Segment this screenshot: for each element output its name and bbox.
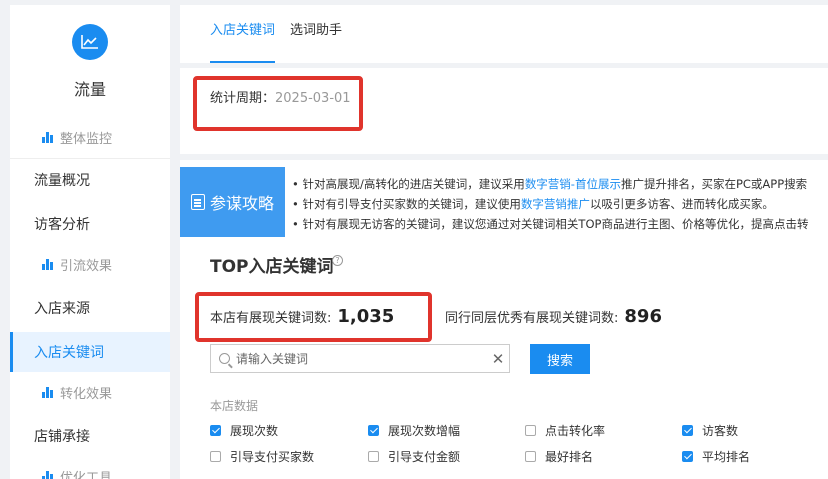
tip-text: 以吸引更多访客、进而转化成买家。	[589, 197, 774, 211]
sidebar: 流量 整体监控 流量概况 访客分析 引流效果 入店来源 入店关键词 转化效果 店…	[10, 5, 170, 479]
sidebar-title: 流量	[73, 80, 106, 99]
metric-checkbox-average-rank[interactable]: 平均排名	[682, 448, 750, 465]
peer-keyword-value: 896	[624, 306, 662, 327]
bar-chart-icon	[42, 470, 54, 479]
section-title: TOP入店关键词	[210, 257, 334, 277]
checkbox[interactable]	[525, 425, 536, 436]
clear-icon[interactable]: ✕	[487, 350, 509, 368]
search-button[interactable]: 搜索	[530, 344, 590, 374]
sidebar-item-label: 访客分析	[34, 217, 90, 233]
sidebar-item-optimization-tools[interactable]: 优化工具	[10, 456, 170, 479]
sidebar-item-traffic-effect[interactable]: 引流效果	[10, 244, 170, 284]
tip-text: • 针对有引导支付买家数的关键词，建议使用	[292, 197, 521, 211]
sidebar-item-label: 优化工具	[60, 470, 113, 479]
sidebar-item-label: 入店来源	[34, 301, 90, 317]
tip-line: • 针对有展现无访客的关键词，建议您通过对关键词相关TOP商品进行主图、价格等优…	[292, 214, 828, 234]
tips-label: 参谋攻略	[180, 167, 285, 237]
checkbox[interactable]	[368, 451, 379, 462]
sidebar-item-label: 转化效果	[60, 386, 113, 402]
highlight-box-keyword-count	[195, 292, 432, 342]
search-input[interactable]	[236, 351, 487, 366]
checkbox-label: 访客数	[702, 424, 739, 438]
bar-chart-icon	[42, 258, 54, 270]
checkbox-label: 展现次数增幅	[388, 424, 461, 438]
checkbox-label: 引导支付买家数	[230, 450, 315, 464]
highlight-box-period	[193, 76, 363, 131]
checkbox[interactable]	[682, 451, 693, 462]
checkbox[interactable]	[210, 451, 221, 462]
sidebar-item-shop-landing[interactable]: 店铺承接	[10, 416, 170, 456]
checkbox-label: 平均排名	[702, 450, 751, 464]
checkbox-label: 引导支付金额	[388, 450, 461, 464]
sidebar-item-label: 入店关键词	[34, 345, 104, 361]
traffic-logo-icon	[72, 24, 108, 60]
sidebar-item-label: 整体监控	[60, 131, 113, 147]
sidebar-item-label: 店铺承接	[34, 429, 90, 445]
peer-keyword-count: 同行同层优秀有展现关键词数: 896	[445, 306, 662, 327]
metric-checkbox-impressions[interactable]: 展现次数	[210, 422, 278, 439]
checkbox[interactable]	[525, 451, 536, 462]
tip-link-digital-marketing[interactable]: 数字营销推广	[521, 197, 590, 211]
sidebar-item-visitor-analysis[interactable]: 访客分析	[10, 204, 170, 244]
metrics-group-label: 本店数据	[210, 399, 259, 413]
tip-text: • 针对高展现/高转化的进店关键词，建议采用	[292, 177, 525, 191]
sidebar-item-traffic-overview[interactable]: 流量概况	[10, 160, 170, 200]
sidebar-item-label: 流量概况	[34, 173, 90, 189]
checkbox[interactable]	[682, 425, 693, 436]
search-box: ✕	[210, 344, 510, 373]
sidebar-item-conversion-effect[interactable]: 转化效果	[10, 372, 170, 412]
checkbox-label: 最好排名	[545, 450, 594, 464]
sidebar-item-overall-monitor[interactable]: 整体监控	[10, 117, 170, 157]
bar-chart-icon	[42, 131, 54, 143]
sidebar-item-label: 引流效果	[60, 258, 113, 274]
metric-checkbox-visitors[interactable]: 访客数	[682, 422, 738, 439]
tab-keyword-assistant[interactable]: 选词助手	[290, 5, 342, 63]
tab-bar: 入店关键词 选词助手	[180, 5, 828, 63]
tip-text: 推广提升排名，买家在PC或APP搜索	[620, 177, 808, 191]
tip-link-first-position[interactable]: 数字营销-首位展示	[525, 177, 621, 191]
search-icon	[219, 353, 230, 364]
checkbox[interactable]	[368, 425, 379, 436]
metric-checkbox-impressions-growth[interactable]: 展现次数增幅	[368, 422, 460, 439]
metric-checkbox-payment-amount[interactable]: 引导支付金额	[368, 448, 460, 465]
tip-line: • 针对高展现/高转化的进店关键词，建议采用数字营销-首位展示推广提升排名，买家…	[292, 174, 828, 194]
sidebar-item-entry-keywords[interactable]: 入店关键词	[10, 332, 170, 372]
tips-label-text: 参谋攻略	[209, 194, 274, 213]
document-edit-icon	[190, 194, 205, 210]
checkbox-label: 展现次数	[230, 424, 279, 438]
checkbox-label: 点击转化率	[545, 424, 606, 438]
divider	[10, 158, 170, 159]
tab-entry-keywords[interactable]: 入店关键词	[210, 5, 276, 63]
checkbox[interactable]	[210, 425, 221, 436]
bar-chart-icon	[42, 386, 54, 398]
tip-line: • 针对有引导支付买家数的关键词，建议使用数字营销推广以吸引更多访客、进而转化成…	[292, 194, 828, 214]
metric-checkbox-best-rank[interactable]: 最好排名	[525, 448, 593, 465]
metric-checkbox-click-conversion[interactable]: 点击转化率	[525, 422, 605, 439]
sidebar-item-entry-source[interactable]: 入店来源	[10, 288, 170, 328]
tips-list: • 针对高展现/高转化的进店关键词，建议采用数字营销-首位展示推广提升排名，买家…	[292, 174, 828, 234]
peer-keyword-label: 同行同层优秀有展现关键词数:	[445, 311, 619, 326]
metric-checkbox-paying-buyers[interactable]: 引导支付买家数	[210, 448, 314, 465]
tip-text: • 针对有展现无访客的关键词，建议您通过对关键词相关TOP商品进行主图、价格等优…	[292, 217, 809, 231]
help-icon[interactable]: ?	[332, 255, 343, 266]
